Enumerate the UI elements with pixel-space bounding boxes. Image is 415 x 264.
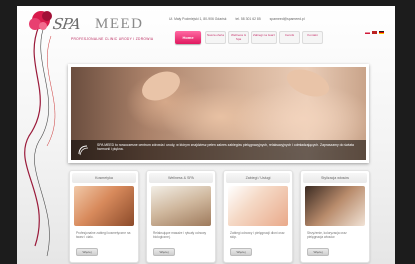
contact-address: Ul. Mały Podmiejski 1, 80-906 Gdańsk: [169, 17, 227, 21]
nav-home-button[interactable]: Home: [175, 31, 201, 44]
card-more-button[interactable]: Więcej: [230, 248, 252, 256]
spa-emblem-icon: [78, 145, 89, 156]
contact-phone: tel. 58 301 62 85: [235, 17, 261, 21]
card-image-hair: [305, 186, 365, 226]
service-card-treatments[interactable]: Zabiegi / Usługi Zabiegi odnowy i pielęg…: [223, 170, 293, 263]
card-image-face: [74, 186, 134, 226]
website-page: SPA MEED PROFESJONALNE CLINIC URODY I ZD…: [17, 6, 395, 264]
card-more-button[interactable]: Więcej: [76, 248, 98, 256]
card-title: Wellness & SPA: [149, 173, 213, 183]
service-card-cosmetics[interactable]: Kosmetyka Profesjonalne zabiegi kosmetyc…: [69, 170, 139, 263]
hero-caption: SPA MEED to nowoczesne centrum zdrowia i…: [71, 140, 366, 160]
card-title: Kosmetyka: [72, 173, 136, 183]
card-title: Zabiegi / Usługi: [226, 173, 290, 183]
card-image-hands: [228, 186, 288, 226]
card-text: Strzyżenie, koloryzacja oraz pielęgnacja…: [307, 231, 347, 240]
site-logo[interactable]: SPA MEED PROFESJONALNE CLINIC URODY I ZD…: [51, 13, 183, 43]
card-image-spa-bottles: [151, 186, 211, 226]
nav-item-wellness[interactable]: Wellness & Spa: [228, 31, 249, 44]
main-nav: Nasza oferta Wellness & Spa Zabiegi na t…: [205, 31, 323, 44]
logo-tagline: PROFESJONALNE CLINIC URODY I ZDROWIA: [71, 37, 154, 41]
logo-word: MEED: [95, 16, 144, 32]
language-switcher: [365, 31, 384, 34]
contact-email[interactable]: spameed@spameed.pl: [270, 17, 305, 21]
flag-en-icon[interactable]: [372, 31, 377, 34]
nav-item-prices[interactable]: Cennik: [279, 31, 300, 44]
contact-bar: Ul. Mały Podmiejski 1, 80-906 Gdańsk tel…: [169, 17, 379, 21]
card-more-button[interactable]: Więcej: [153, 248, 175, 256]
card-text: Zabiegi odnowy i pielęgnacji dłoni oraz …: [230, 231, 285, 240]
card-more-button[interactable]: Więcej: [307, 248, 329, 256]
logo-script: SPA: [51, 15, 82, 33]
service-card-wellness[interactable]: Wellness & SPA Relaksujące masaże i rytu…: [146, 170, 216, 263]
card-title: Stylizacja włosów: [303, 173, 367, 183]
card-text: Relaksujące masaże i rytuały odnowy biol…: [153, 231, 207, 240]
service-card-hair[interactable]: Stylizacja włosów Strzyżenie, koloryzacj…: [300, 170, 370, 263]
nav-item-contact[interactable]: Kontakt: [302, 31, 323, 44]
flag-de-icon[interactable]: [379, 31, 384, 34]
hero-banner[interactable]: SPA MEED to nowoczesne centrum zdrowia i…: [68, 64, 369, 163]
nav-item-face[interactable]: Zabiegi na twarz: [251, 31, 277, 44]
card-text: Profesjonalne zabiegi kosmetyczne na twa…: [76, 231, 131, 240]
nav-item-offer[interactable]: Nasza oferta: [205, 31, 226, 44]
flag-pl-icon[interactable]: [365, 31, 370, 34]
